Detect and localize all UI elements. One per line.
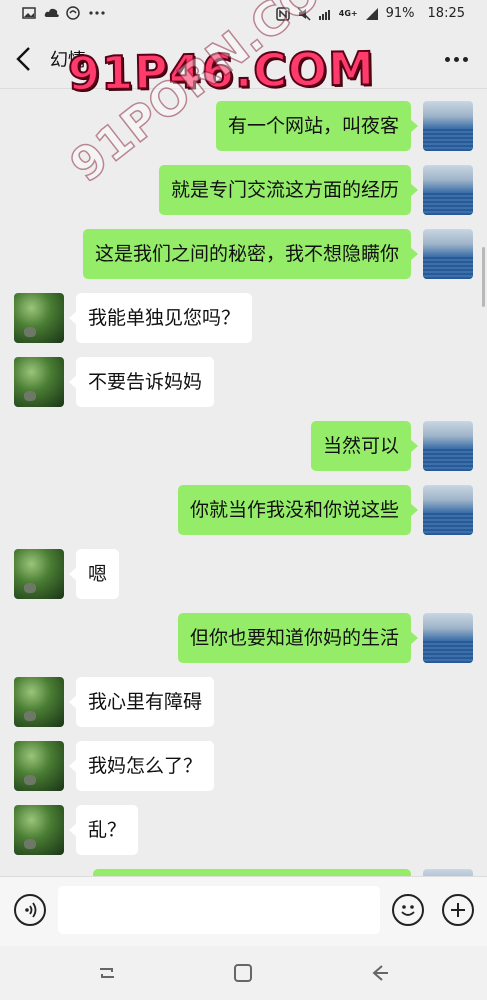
- message-bubble-sent-partial[interactable]: [93, 869, 411, 876]
- message-list[interactable]: 有一个网站，叫夜客 就是专门交流这方面的经历 这是我们之间的秘密，我不想隐瞒你 …: [0, 89, 487, 876]
- message-bubble-sent[interactable]: 就是专门交流这方面的经历: [158, 165, 419, 215]
- status-bar: 4G+ 91% 18:25: [0, 0, 487, 30]
- my-avatar[interactable]: [423, 421, 473, 471]
- my-avatar[interactable]: [423, 165, 473, 215]
- my-avatar[interactable]: [423, 869, 473, 876]
- contact-avatar[interactable]: [14, 357, 64, 407]
- contact-avatar[interactable]: [14, 677, 64, 727]
- contact-avatar[interactable]: [14, 741, 64, 791]
- nav-back-button[interactable]: [366, 960, 392, 986]
- plus-button[interactable]: [442, 894, 474, 926]
- nfc-icon: [276, 6, 290, 21]
- message-bubble-sent[interactable]: 但你也要知道你妈的生活: [177, 613, 419, 663]
- voice-button[interactable]: [14, 894, 46, 926]
- message-bubble-received[interactable]: 乱？: [68, 805, 139, 855]
- my-avatar[interactable]: [423, 613, 473, 663]
- chat-header: 幻情: [0, 30, 487, 89]
- emoji-icon: [401, 905, 415, 916]
- more-dot: [453, 56, 459, 62]
- status-time: 18:25: [427, 6, 465, 21]
- home-icon: [234, 964, 252, 982]
- more-dots-icon: [88, 6, 105, 20]
- message-bubble-sent[interactable]: 当然可以: [310, 421, 419, 471]
- emoji-button[interactable]: [392, 894, 424, 926]
- recents-button[interactable]: [94, 960, 120, 986]
- message-input[interactable]: [58, 886, 380, 934]
- my-avatar[interactable]: [423, 101, 473, 151]
- more-options-button[interactable]: [441, 46, 471, 72]
- plus-icon: [451, 903, 465, 917]
- scrollbar[interactable]: [482, 247, 485, 307]
- home-button[interactable]: [230, 960, 256, 986]
- chat-title: 幻情: [50, 50, 86, 71]
- message-bubble-sent[interactable]: 有一个网站，叫夜客: [215, 101, 419, 151]
- more-dot: [462, 56, 468, 62]
- system-nav-bar: [0, 946, 487, 1000]
- contact-avatar[interactable]: [14, 293, 64, 343]
- chevron-left-icon: [16, 47, 30, 71]
- battery-percent: 91%: [385, 6, 415, 21]
- cloud-icon: [44, 6, 59, 20]
- back-icon: [372, 965, 388, 981]
- message-bubble-received[interactable]: 我心里有障碍: [68, 677, 215, 727]
- my-avatar[interactable]: [423, 229, 473, 279]
- message-bubble-sent[interactable]: 这是我们之间的秘密，我不想隐瞒你: [82, 229, 419, 279]
- input-bar: [0, 876, 487, 947]
- my-avatar[interactable]: [423, 485, 473, 535]
- status-left-icons: [22, 6, 105, 20]
- contact-avatar[interactable]: [14, 549, 64, 599]
- network-label: 4G+: [338, 9, 358, 18]
- mute-icon: [297, 6, 311, 21]
- message-bubble-received[interactable]: 不要告诉妈妈: [68, 357, 215, 407]
- status-right-icons: 4G+ 91% 18:25: [276, 6, 465, 21]
- message-bubble-sent[interactable]: 你就当作我没和你说这些: [177, 485, 419, 535]
- sync-icon: [66, 6, 80, 20]
- voice-icon: [25, 902, 37, 918]
- message-bubble-received[interactable]: 嗯: [68, 549, 120, 599]
- message-bubble-received[interactable]: 我能单独见您吗？: [68, 293, 253, 343]
- recents-icon: [100, 968, 114, 978]
- more-horizontal-icon: [444, 56, 450, 62]
- back-button[interactable]: [12, 44, 38, 74]
- signal-icon: [365, 7, 379, 21]
- contact-avatar[interactable]: [14, 805, 64, 855]
- image-icon: [22, 6, 36, 20]
- wifi-signal-icon: [318, 7, 332, 21]
- message-bubble-received[interactable]: 我妈怎么了？: [68, 741, 215, 791]
